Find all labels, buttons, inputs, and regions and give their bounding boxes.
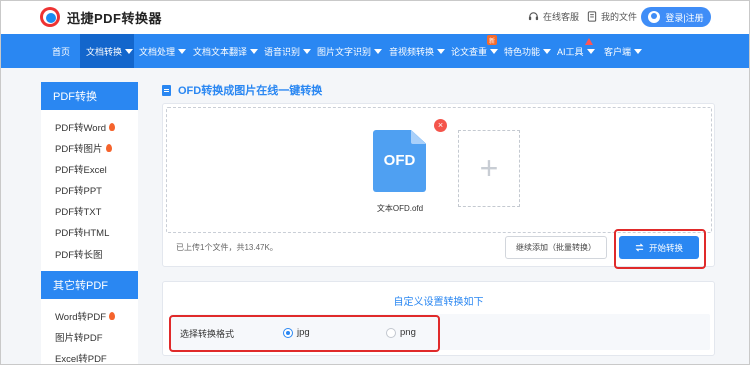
sidebar-item-label: PDF转长图	[55, 250, 103, 261]
main-nav: 首页 文档转换 文档处理 文档文本翻译 语音识别 图片文字识别 音视频转换 论文…	[0, 34, 750, 68]
chevron-down-icon	[178, 48, 187, 54]
chevron-down-icon	[586, 48, 595, 54]
nav-item-label: 首页	[52, 46, 71, 57]
new-badge: 新	[487, 35, 497, 45]
sidebar-item-label: 图片转PDF	[55, 333, 103, 344]
app-name: 迅捷PDF转换器	[67, 10, 163, 26]
sidebar-item-label: PDF转Excel	[55, 165, 107, 176]
nav-item-label: 图片文字识别	[317, 46, 372, 57]
nav-item-label: AI工具	[557, 46, 584, 57]
sidebar-item-label: PDF转图片	[55, 144, 103, 155]
sidebar-item-label: PDF转PPT	[55, 186, 102, 197]
sidebar-item-pdf-to-html[interactable]: PDF转HTML	[55, 225, 109, 239]
file-type-label: OFD	[383, 152, 416, 169]
document-icon	[162, 84, 171, 96]
chevron-down-icon	[437, 48, 446, 54]
sidebar-item-label: PDF转HTML	[55, 228, 110, 239]
upload-summary: 已上传1个文件，共13.47K。	[176, 243, 278, 252]
nav-item-image-ocr[interactable]: 图片文字识别	[317, 34, 383, 68]
sidebar-item-pdf-to-txt[interactable]: PDF转TXT	[55, 204, 101, 218]
nav-item-doc-convert[interactable]: 文档转换	[80, 34, 134, 68]
nav-item-label: 文档转换	[86, 46, 123, 57]
top-header: 迅捷PDF转换器 在线客服 我的文件 登录|注册	[0, 0, 750, 34]
headset-icon	[528, 12, 539, 21]
sidebar-item-pdf-to-long-image[interactable]: PDF转长图	[55, 247, 103, 261]
page-title-row: OFD转换成图片在线一键转换	[162, 82, 322, 98]
chevron-down-icon	[634, 48, 643, 54]
close-icon: ×	[437, 120, 444, 130]
plus-icon: +	[479, 150, 499, 186]
chevron-down-icon	[303, 48, 312, 54]
sidebar-item-pdf-to-image[interactable]: PDF转图片	[55, 141, 112, 155]
user-avatar-icon	[648, 11, 661, 23]
sidebar-heading-other-to-pdf: 其它转PDF	[41, 271, 138, 299]
page-title: OFD转换成图片在线一键转换	[178, 85, 323, 97]
add-more-label: 继续添加（批量转换）	[516, 243, 596, 252]
nav-item-label: 音视频转换	[389, 46, 435, 57]
document-icon	[587, 11, 597, 22]
nav-item-doc-process[interactable]: 文档处理	[139, 34, 187, 68]
sidebar-item-word-to-pdf[interactable]: Word转PDF	[55, 309, 116, 323]
sidebar-item-label: Excel转PDF	[55, 354, 107, 365]
customer-service-link[interactable]: 在线客服	[528, 10, 579, 23]
remove-file-button[interactable]: ×	[434, 119, 447, 132]
sidebar-item-label: Word转PDF	[55, 312, 107, 323]
nav-item-label: 语音识别	[264, 46, 301, 57]
login-register-button[interactable]: 登录|注册	[641, 7, 711, 27]
flame-icon	[109, 123, 116, 131]
nav-item-features[interactable]: 特色功能	[504, 34, 552, 68]
nav-item-speech-recognition[interactable]: 语音识别	[264, 34, 312, 68]
flame-icon	[109, 312, 116, 320]
hot-marker-icon	[585, 38, 593, 45]
sidebar-item-image-to-pdf[interactable]: 图片转PDF	[55, 330, 103, 344]
settings-title: 自定义设置转换如下	[393, 297, 484, 308]
customer-service-label: 在线客服	[543, 12, 580, 22]
my-files-label: 我的文件	[601, 12, 638, 22]
chevron-down-icon	[250, 48, 259, 54]
login-register-label: 登录|注册	[665, 12, 704, 23]
sidebar-item-label: PDF转TXT	[55, 207, 102, 218]
sidebar: PDF转换 PDF转Word PDF转图片 PDF转Excel PDF转PPT …	[41, 82, 138, 365]
chevron-down-icon	[374, 48, 383, 54]
nav-item-label: 特色功能	[504, 46, 541, 57]
highlight-box-format	[169, 315, 440, 352]
nav-item-home[interactable]: 首页	[40, 34, 80, 68]
file-name: 文本OFD.ofd	[376, 204, 424, 213]
sidebar-item-pdf-to-ppt[interactable]: PDF转PPT	[55, 183, 102, 197]
highlight-box-start-button	[614, 229, 706, 269]
add-more-button[interactable]: 继续添加（批量转换）	[505, 236, 607, 259]
my-files-link[interactable]: 我的文件	[587, 10, 637, 23]
add-file-button[interactable]: +	[458, 130, 520, 207]
flame-icon	[105, 144, 112, 152]
nav-item-client[interactable]: 客户端	[604, 34, 643, 68]
sidebar-item-pdf-to-word[interactable]: PDF转Word	[55, 120, 116, 134]
sidebar-item-excel-to-pdf[interactable]: Excel转PDF	[55, 351, 107, 365]
chevron-down-icon	[490, 48, 499, 54]
nav-item-label: 文档文本翻译	[193, 46, 248, 57]
nav-item-label: 论文查重	[451, 46, 488, 57]
nav-item-label: 文档处理	[139, 46, 176, 57]
sidebar-heading-pdf-convert: PDF转换	[41, 82, 138, 110]
chevron-down-icon	[125, 48, 134, 54]
nav-item-media-convert[interactable]: 音视频转换	[389, 34, 446, 68]
nav-item-doc-translate[interactable]: 文档文本翻译	[193, 34, 259, 68]
logo-icon	[40, 7, 60, 27]
chevron-down-icon	[543, 48, 552, 54]
nav-item-label: 客户端	[604, 46, 632, 57]
app-logo[interactable]: 迅捷PDF转换器	[40, 7, 162, 27]
sidebar-item-pdf-to-excel[interactable]: PDF转Excel	[55, 162, 107, 176]
sidebar-item-label: PDF转Word	[55, 123, 107, 134]
